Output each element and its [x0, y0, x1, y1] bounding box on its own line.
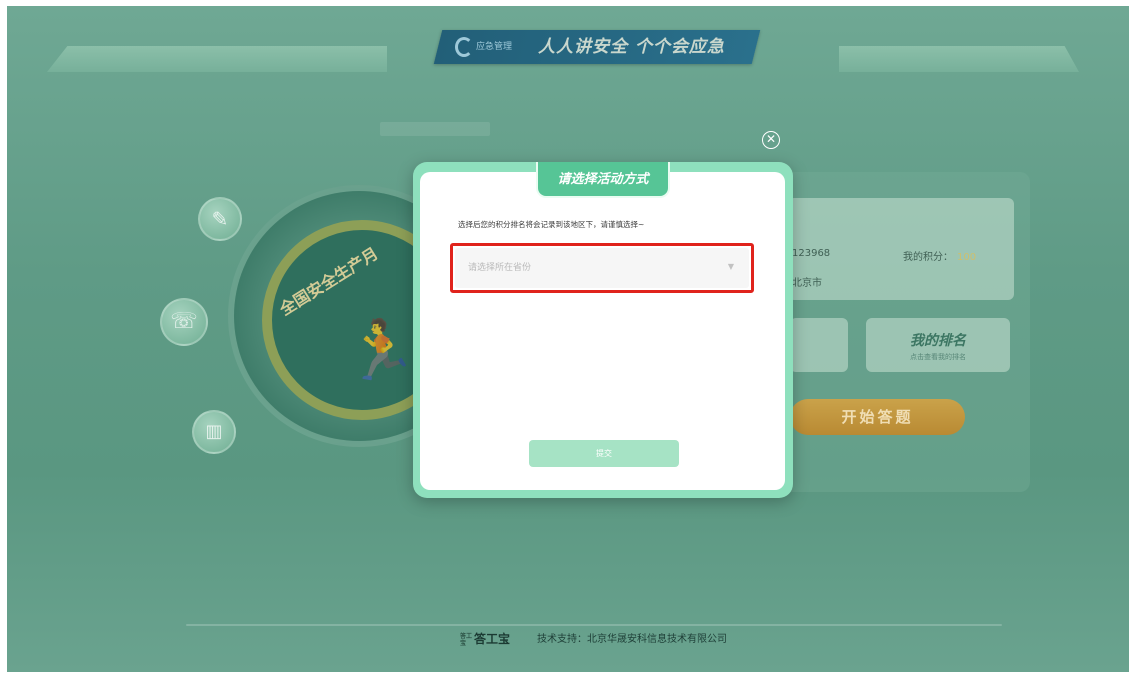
modal-title: 请选择活动方式 — [557, 172, 649, 187]
user-points: 我的积分： 100 — [903, 248, 993, 263]
user-id: 123968 — [792, 248, 831, 259]
close-icon[interactable]: ✕ — [762, 131, 780, 149]
page-title: 人人讲安全 个个会应急 — [538, 37, 725, 57]
header-logo: 应急管理 — [455, 36, 525, 58]
modal-description: 选择后您的积分排名将会记录到该地区下，请谨慎选择~ — [458, 220, 645, 229]
logo-icon — [455, 36, 473, 57]
footer-support-text: 技术支持：北京华晟安科信息技术有限公司 — [537, 634, 727, 645]
points-value: 100 — [957, 252, 977, 263]
header-band-left — [47, 46, 387, 72]
chevron-down-icon[interactable]: ▼ — [726, 262, 736, 272]
my-ranking-subtitle: 点击查看我的排名 — [910, 353, 966, 361]
header-logo-text: 应急管理 — [476, 42, 513, 52]
exit-sign-icon: 🏃 — [345, 316, 418, 384]
points-label: 我的积分： — [903, 252, 953, 263]
footer-logo: 答工宝 答工宝 — [460, 628, 530, 650]
rules-icon[interactable]: ✎ — [198, 197, 242, 241]
activity-button[interactable] — [790, 318, 848, 372]
header-band-right — [839, 46, 1079, 72]
submit-button[interactable]: 提交 — [529, 440, 679, 467]
province-placeholder: 请选择所在省份 — [468, 263, 532, 273]
book-icon[interactable]: ▥ — [192, 410, 236, 454]
footer-logo-small: 答工宝 — [460, 632, 473, 647]
user-city: 北京市 — [792, 278, 822, 289]
faint-subtitle — [380, 122, 490, 136]
my-ranking-title: 我的排名 — [910, 333, 966, 349]
footer-divider — [186, 624, 1002, 626]
start-quiz-button[interactable]: 开始答题 — [790, 399, 965, 435]
phone-icon[interactable]: ☏ — [160, 298, 208, 346]
footer-logo-text: 答工宝 — [474, 632, 511, 646]
